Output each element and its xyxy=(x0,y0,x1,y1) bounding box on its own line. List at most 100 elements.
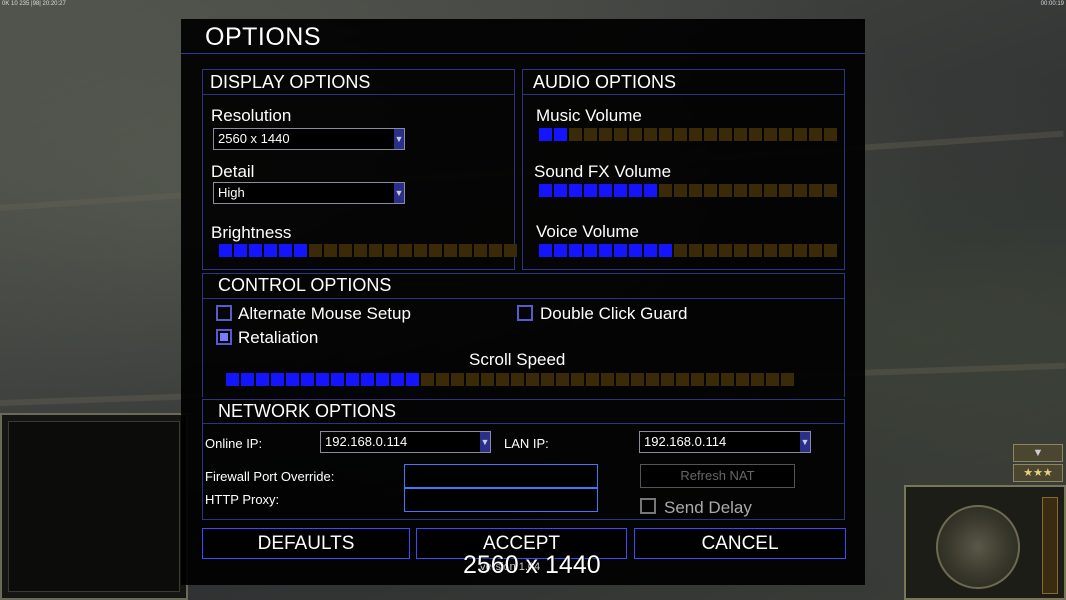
slider-segment[interactable] xyxy=(324,244,337,257)
slider-segment[interactable] xyxy=(539,184,552,197)
slider-segment[interactable] xyxy=(794,184,807,197)
slider-segment[interactable] xyxy=(734,184,747,197)
slider-segment[interactable] xyxy=(614,244,627,257)
slider-segment[interactable] xyxy=(764,128,777,141)
slider-segment[interactable] xyxy=(571,373,584,386)
slider-segment[interactable] xyxy=(226,373,239,386)
slider-segment[interactable] xyxy=(764,184,777,197)
slider-segment[interactable] xyxy=(309,244,322,257)
slider-segment[interactable] xyxy=(779,184,792,197)
slider-segment[interactable] xyxy=(689,128,702,141)
cancel-button[interactable]: CANCEL xyxy=(634,528,846,559)
resolution-dropdown[interactable]: 2560 x 1440 ▼ xyxy=(213,128,405,150)
slider-segment[interactable] xyxy=(764,244,777,257)
slider-segment[interactable] xyxy=(779,128,792,141)
slider-segment[interactable] xyxy=(346,373,359,386)
slider-segment[interactable] xyxy=(496,373,509,386)
slider-segment[interactable] xyxy=(539,128,552,141)
slider-segment[interactable] xyxy=(599,244,612,257)
slider-segment[interactable] xyxy=(749,128,762,141)
slider-segment[interactable] xyxy=(234,244,247,257)
collapse-arrow-icon[interactable]: ▼ xyxy=(1013,444,1063,462)
slider-segment[interactable] xyxy=(569,184,582,197)
slider-segment[interactable] xyxy=(459,244,472,257)
slider-segment[interactable] xyxy=(691,373,704,386)
slider-segment[interactable] xyxy=(676,373,689,386)
slider-segment[interactable] xyxy=(361,373,374,386)
chevron-down-icon[interactable]: ▼ xyxy=(800,432,810,452)
slider-segment[interactable] xyxy=(631,373,644,386)
http-proxy-input[interactable] xyxy=(404,488,598,512)
slider-segment[interactable] xyxy=(824,244,837,257)
chevron-down-icon[interactable]: ▼ xyxy=(394,129,404,149)
slider-segment[interactable] xyxy=(316,373,329,386)
slider-segment[interactable] xyxy=(436,373,449,386)
slider-segment[interactable] xyxy=(541,373,554,386)
send-delay-checkbox[interactable] xyxy=(640,498,656,514)
slider-segment[interactable] xyxy=(249,244,262,257)
slider-segment[interactable] xyxy=(689,244,702,257)
slider-segment[interactable] xyxy=(279,244,292,257)
slider-segment[interactable] xyxy=(614,128,627,141)
slider-segment[interactable] xyxy=(704,184,717,197)
minimap[interactable] xyxy=(8,421,180,592)
slider-segment[interactable] xyxy=(644,184,657,197)
slider-segment[interactable] xyxy=(301,373,314,386)
scroll-speed-slider[interactable] xyxy=(226,373,794,386)
double-click-guard-checkbox[interactable] xyxy=(517,305,533,321)
slider-segment[interactable] xyxy=(286,373,299,386)
voice-volume-slider[interactable] xyxy=(539,244,837,257)
slider-segment[interactable] xyxy=(264,244,277,257)
slider-segment[interactable] xyxy=(331,373,344,386)
slider-segment[interactable] xyxy=(384,244,397,257)
slider-segment[interactable] xyxy=(489,244,502,257)
slider-segment[interactable] xyxy=(719,128,732,141)
slider-segment[interactable] xyxy=(294,244,307,257)
chevron-down-icon[interactable]: ▼ xyxy=(394,183,404,203)
slider-segment[interactable] xyxy=(824,184,837,197)
lan-ip-dropdown[interactable]: 192.168.0.114 ▼ xyxy=(639,431,811,453)
slider-segment[interactable] xyxy=(824,128,837,141)
slider-segment[interactable] xyxy=(504,244,517,257)
slider-segment[interactable] xyxy=(616,373,629,386)
slider-segment[interactable] xyxy=(734,128,747,141)
slider-segment[interactable] xyxy=(674,244,687,257)
music-volume-slider[interactable] xyxy=(539,128,837,141)
slider-segment[interactable] xyxy=(584,184,597,197)
defaults-button[interactable]: DEFAULTS xyxy=(202,528,410,559)
slider-segment[interactable] xyxy=(719,184,732,197)
slider-segment[interactable] xyxy=(779,244,792,257)
slider-segment[interactable] xyxy=(526,373,539,386)
slider-segment[interactable] xyxy=(749,244,762,257)
slider-segment[interactable] xyxy=(474,244,487,257)
slider-segment[interactable] xyxy=(599,184,612,197)
slider-segment[interactable] xyxy=(659,128,672,141)
slider-segment[interactable] xyxy=(689,184,702,197)
slider-segment[interactable] xyxy=(451,373,464,386)
slider-segment[interactable] xyxy=(554,244,567,257)
refresh-nat-button[interactable]: Refresh NAT xyxy=(640,464,795,488)
slider-segment[interactable] xyxy=(629,244,642,257)
slider-segment[interactable] xyxy=(704,128,717,141)
slider-segment[interactable] xyxy=(659,244,672,257)
slider-segment[interactable] xyxy=(569,244,582,257)
slider-segment[interactable] xyxy=(219,244,232,257)
slider-segment[interactable] xyxy=(644,128,657,141)
slider-segment[interactable] xyxy=(399,244,412,257)
slider-segment[interactable] xyxy=(554,184,567,197)
alt-mouse-checkbox[interactable] xyxy=(216,305,232,321)
slider-segment[interactable] xyxy=(429,244,442,257)
slider-segment[interactable] xyxy=(271,373,284,386)
sound-fx-volume-slider[interactable] xyxy=(539,184,837,197)
slider-segment[interactable] xyxy=(599,128,612,141)
slider-segment[interactable] xyxy=(406,373,419,386)
rank-stars-icon[interactable]: ★★★ xyxy=(1013,464,1063,482)
slider-segment[interactable] xyxy=(736,373,749,386)
slider-segment[interactable] xyxy=(704,244,717,257)
slider-segment[interactable] xyxy=(721,373,734,386)
slider-segment[interactable] xyxy=(809,184,822,197)
slider-segment[interactable] xyxy=(539,244,552,257)
firewall-port-input[interactable] xyxy=(404,464,598,488)
slider-segment[interactable] xyxy=(781,373,794,386)
slider-segment[interactable] xyxy=(444,244,457,257)
